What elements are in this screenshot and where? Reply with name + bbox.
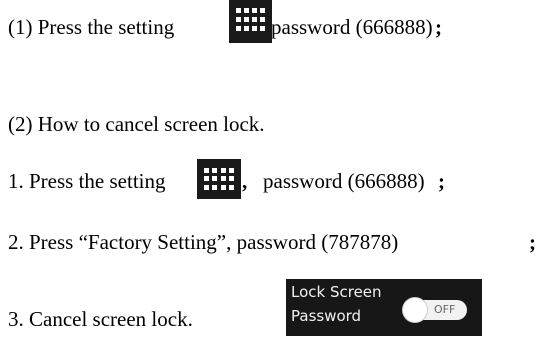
step-1-prefix: (1) Press the setting [8,15,175,39]
step-1-suffix: password (666888) [271,15,433,39]
lock-screen-label: Lock Screen [291,283,382,301]
step-3-comma: , [242,169,248,193]
step-4-end: ; [529,230,536,254]
document-page: { "steps": { "step1": { "prefix": "(1) P… [0,0,543,338]
toggle-state-text: OFF [434,303,456,316]
settings-grid-icon [229,0,272,43]
step-4-text: 2. Press “Factory Setting”, password (78… [8,230,399,254]
step-3-end: ; [438,169,445,193]
step-3-prefix: 1. Press the setting [8,169,166,193]
step-3-suffix: password (666888) [263,169,425,193]
settings-grid-icon-inline [197,159,241,199]
step-1-end: ; [435,15,442,39]
step-5-text: 3. Cancel screen lock. [8,307,193,331]
lock-screen-password-panel: Lock Screen Password OFF [286,279,482,336]
password-label: Password [291,307,362,325]
toggle-knob [403,298,427,322]
lock-screen-toggle[interactable]: OFF [403,298,467,322]
step-2-text: (2) How to cancel screen lock. [8,112,265,136]
